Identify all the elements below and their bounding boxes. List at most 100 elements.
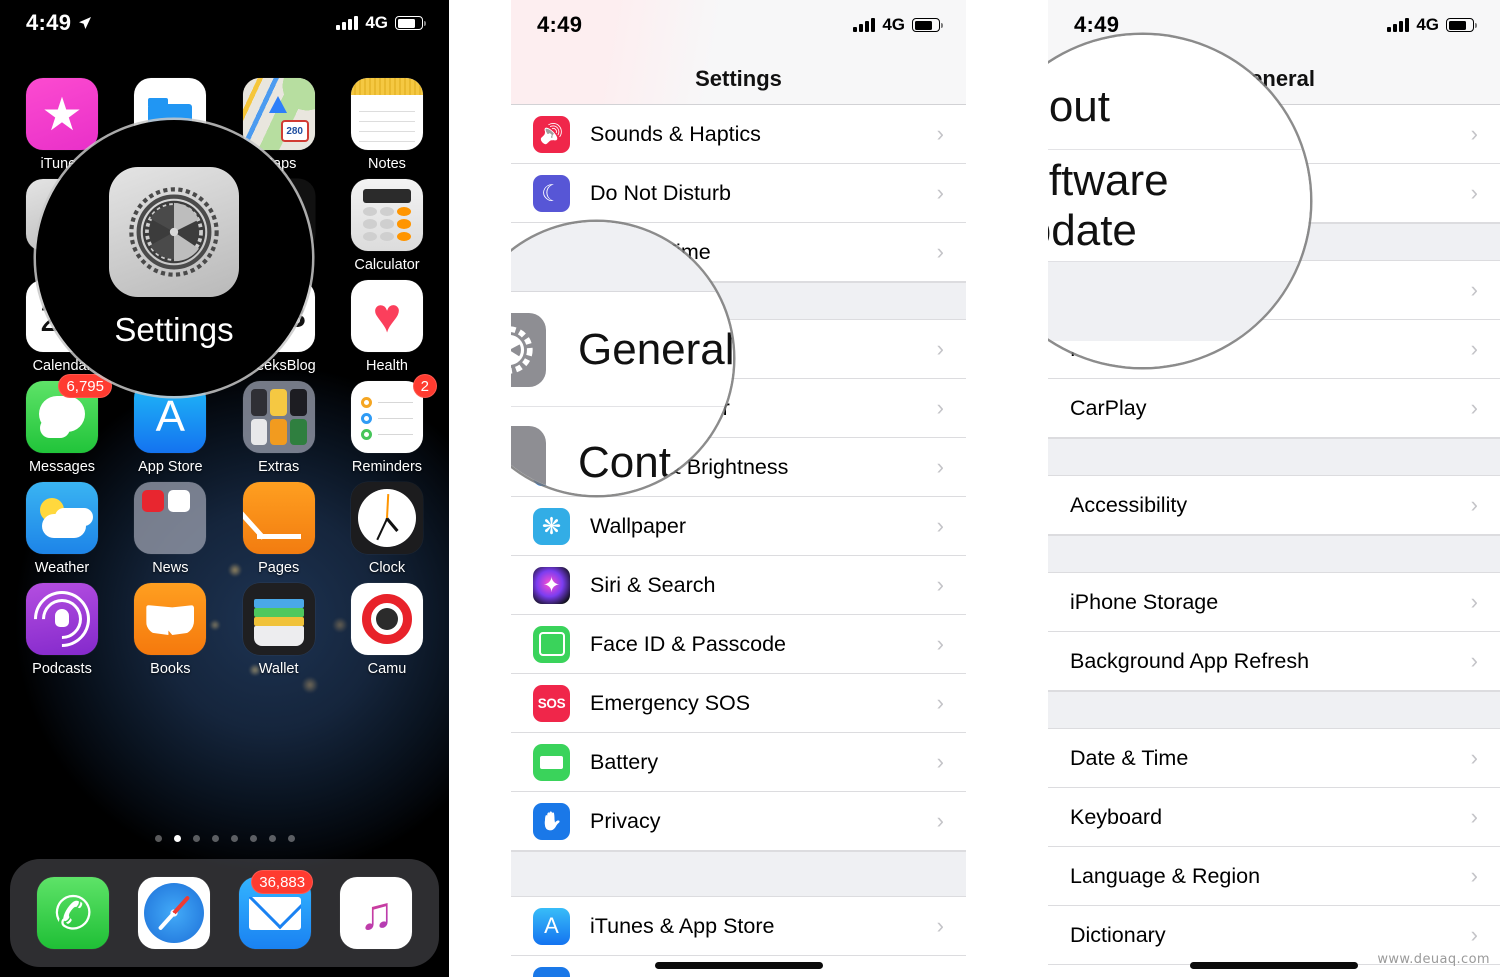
sidebar-item-iphone-storage[interactable]: iPhone Storage ›	[1048, 573, 1500, 632]
row-label: Face ID & Passcode	[590, 631, 786, 656]
dock-app-phone[interactable]	[36, 877, 109, 949]
gear-glyph	[511, 325, 533, 374]
news-folder-icon	[134, 482, 207, 554]
page-dot[interactable]	[249, 835, 257, 842]
sidebar-item-date-time[interactable]: Date & Time ›	[1048, 729, 1500, 788]
chevron-right-icon: ›	[1470, 863, 1478, 888]
sidebar-item-accessibility[interactable]: Accessibility ›	[1048, 476, 1500, 535]
magnifier-software-update-row: About Software Update	[1048, 35, 1310, 367]
home-indicator[interactable]	[1190, 962, 1358, 969]
location-arrow-icon	[79, 17, 92, 29]
status-bar-home: 4:49 4G	[0, 0, 449, 46]
app-label: News	[152, 560, 189, 576]
app-books[interactable]: Books	[122, 583, 218, 677]
weather-icon	[26, 482, 98, 554]
app-label: Books	[150, 661, 191, 677]
itunes-app-store-icon: A	[533, 907, 570, 945]
app-label: Reminders	[351, 459, 423, 475]
podcasts-icon	[26, 583, 98, 655]
app-row: Weather News Pages Clock	[14, 482, 435, 576]
sidebar-item-wallpaper[interactable]: Wallpaper ›	[511, 497, 966, 556]
magnifier-content: General Cont	[511, 222, 733, 495]
app-reminders[interactable]: 2 Reminders	[339, 374, 437, 475]
signal-bars-icon	[336, 16, 359, 30]
emergency-sos-icon: SOS	[533, 684, 570, 722]
row-label: Privacy	[590, 808, 661, 833]
sidebar-item-language-region[interactable]: Language & Region ›	[1048, 847, 1500, 906]
phone-icon	[36, 877, 109, 949]
row-label: iPhone Storage	[1070, 589, 1219, 614]
dock-app-mail[interactable]: 36,883	[239, 870, 314, 949]
magnifier-label: General	[578, 324, 733, 374]
page-dot[interactable]	[268, 835, 276, 842]
network-type: 4G	[365, 13, 388, 32]
app-label: Camu	[367, 661, 407, 677]
sidebar-item-itunes-app-store[interactable]: A iTunes & App Store ›	[511, 897, 966, 956]
app-podcasts[interactable]: Podcasts	[14, 583, 110, 677]
magnifier-secondary-label: Cont	[578, 438, 671, 487]
sidebar-item-face-id-passcode[interactable]: Face ID & Passcode ›	[511, 615, 966, 674]
app-label: Extras	[258, 459, 300, 475]
chevron-right-icon: ›	[1470, 336, 1478, 361]
row-label: Do Not Disturb	[590, 180, 731, 205]
status-bar-right: 4G	[336, 13, 426, 33]
row-label: iTunes & App Store	[590, 913, 775, 938]
app-label: Clock	[368, 560, 406, 576]
chevron-right-icon: ›	[936, 631, 944, 656]
app-camu[interactable]: Camu	[339, 583, 435, 677]
chevron-right-icon: ›	[936, 395, 944, 420]
magnifier-label: Software Update	[1048, 156, 1169, 255]
sidebar-item-carplay[interactable]: CarPlay ›	[1048, 379, 1500, 438]
page-dot[interactable]	[192, 835, 200, 842]
settings-root-panel: 4:49 4G Settings Sounds & Haptics › Do N…	[511, 0, 966, 977]
calculator-icon	[350, 179, 423, 251]
chevron-right-icon: ›	[1470, 121, 1478, 146]
battery-icon	[912, 18, 943, 32]
sidebar-item-background-app-refresh[interactable]: Background App Refresh ›	[1048, 632, 1500, 691]
sidebar-item-privacy[interactable]: Privacy ›	[511, 792, 966, 851]
magnified-row-control-center: Cont	[511, 406, 733, 495]
page-dots[interactable]	[0, 835, 449, 842]
sidebar-item-battery[interactable]: Battery ›	[511, 733, 966, 792]
app-wallet[interactable]: Wallet	[231, 583, 327, 677]
sidebar-item-do-not-disturb[interactable]: Do Not Disturb ›	[511, 164, 966, 223]
dock-app-safari[interactable]	[137, 877, 210, 949]
app-calculator[interactable]: Calculator	[339, 179, 435, 273]
page-dot[interactable]	[154, 835, 162, 842]
sidebar-item-keyboard[interactable]: Keyboard ›	[1048, 788, 1500, 847]
dock: 36,883	[10, 859, 439, 967]
row-label: Keyboard	[1070, 804, 1163, 829]
sidebar-item-emergency-sos[interactable]: SOS Emergency SOS ›	[511, 674, 966, 733]
app-news-folder[interactable]: News	[122, 482, 218, 576]
app-label: Health	[366, 358, 408, 374]
app-weather[interactable]: Weather	[14, 482, 110, 576]
page-dot[interactable]	[211, 835, 219, 842]
chevron-right-icon: ›	[936, 808, 944, 833]
app-label: Pages	[258, 560, 300, 576]
magnifier-section-gap	[1048, 261, 1310, 341]
sidebar-item-sounds-haptics[interactable]: Sounds & Haptics ›	[511, 105, 966, 164]
camu-camera-icon	[350, 583, 423, 655]
home-indicator[interactable]	[654, 962, 823, 969]
app-notes[interactable]: Notes	[339, 78, 435, 172]
list-section-gap	[1048, 691, 1500, 729]
chevron-right-icon: ›	[936, 239, 944, 264]
chevron-right-icon: ›	[1470, 745, 1478, 770]
chevron-right-icon: ›	[936, 690, 944, 715]
general-gear-icon	[511, 312, 546, 387]
list-section-gap	[511, 851, 966, 897]
battery-icon	[395, 16, 426, 30]
row-label: Siri & Search	[590, 572, 716, 597]
app-pages[interactable]: Pages	[231, 482, 327, 576]
magnified-row-software-update: Software Update	[1048, 151, 1310, 261]
app-row: Podcasts Books Wallet Camu	[14, 583, 435, 677]
app-clock[interactable]: Clock	[339, 482, 435, 576]
page-dot-active[interactable]	[173, 835, 181, 842]
siri-icon	[533, 566, 570, 604]
app-health[interactable]: Health	[339, 280, 435, 374]
dock-app-music[interactable]	[340, 877, 413, 949]
page-dot[interactable]	[230, 835, 238, 842]
magnified-row-about: About	[1048, 65, 1310, 150]
sidebar-item-siri-search[interactable]: Siri & Search ›	[511, 556, 966, 615]
page-dot[interactable]	[287, 835, 295, 842]
